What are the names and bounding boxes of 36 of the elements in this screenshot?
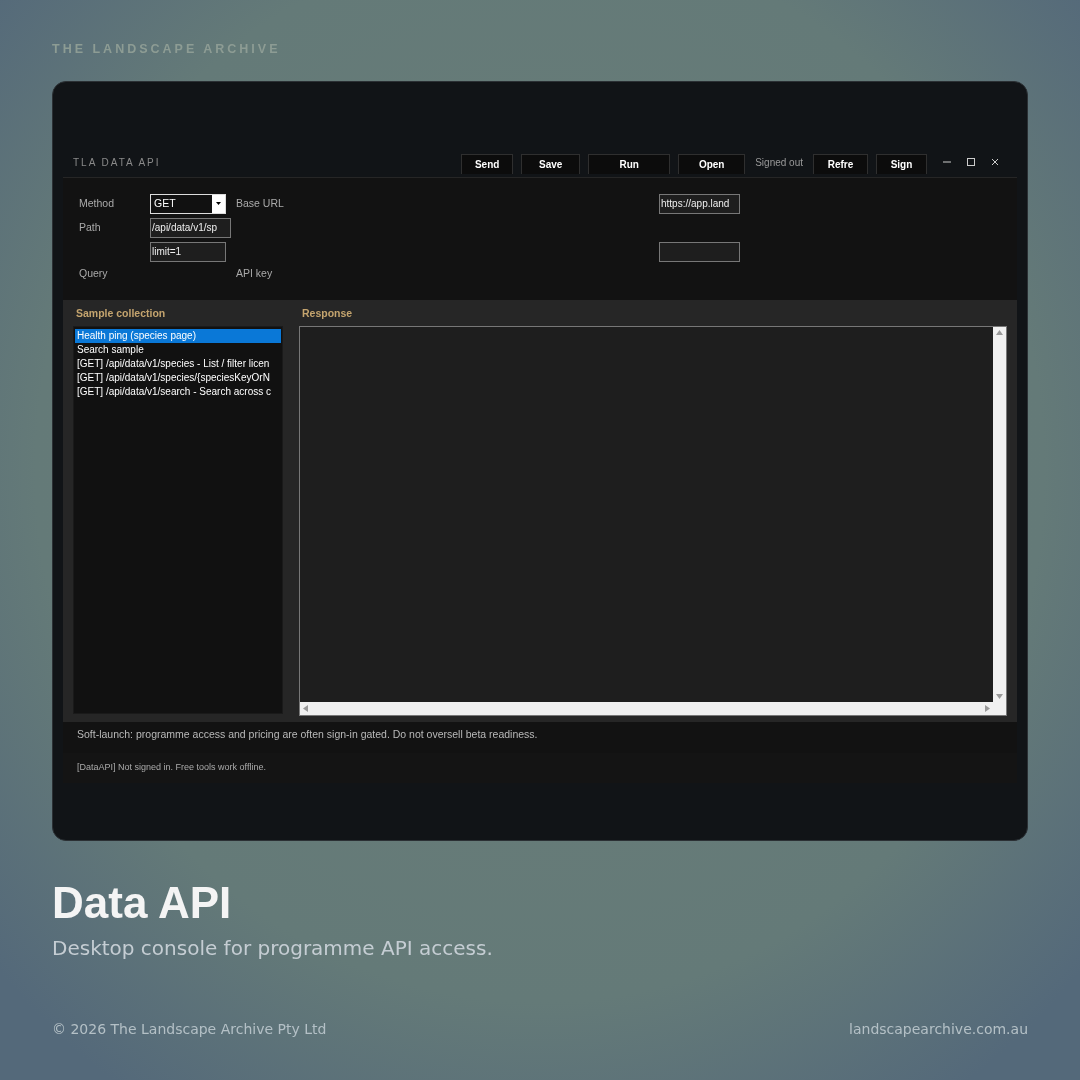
field-label: Method	[79, 195, 116, 211]
list-item[interactable]: Health ping (species page)	[75, 328, 281, 343]
panel-heading: Sample collection	[75, 305, 167, 321]
panel-heading: Response	[301, 305, 354, 321]
notice-text: Soft-launch: programme access and pricing are often sign-in gated. Do not oversell beta readiness.	[76, 726, 539, 742]
toolbar-button[interactable]: Save	[521, 154, 581, 175]
toolbar-button[interactable]: Refre	[813, 154, 868, 175]
up-arrow-icon[interactable]	[996, 329, 1003, 335]
down-arrow-icon[interactable]	[996, 693, 1003, 699]
sign-in-status: Signed out	[755, 155, 803, 170]
api-key-field[interactable]	[659, 241, 740, 262]
toolbar-button[interactable]: Open	[678, 154, 746, 175]
field-label: Base URL	[235, 195, 285, 211]
list-item[interactable]: [GET] /api/data/v1/species/{speciesKeyOrN	[75, 370, 281, 385]
method-dropdown[interactable]: GET	[150, 193, 226, 214]
right-arrow-icon[interactable]	[985, 704, 990, 712]
list-item[interactable]: Search sample	[75, 342, 281, 357]
left-arrow-icon[interactable]	[303, 704, 308, 712]
base-url-field[interactable]: https://app.land	[659, 193, 740, 214]
list-item[interactable]: [GET] /api/data/v1/search - Search across c	[75, 384, 281, 399]
list-item[interactable]: [GET] /api/data/v1/species - List / filter licen	[75, 356, 281, 371]
toolbar-button[interactable]: Sign	[876, 154, 927, 175]
window-title: TLA DATA API	[73, 155, 161, 170]
caret-icon	[216, 202, 221, 206]
path-field[interactable]: /api/data/v1/sp	[150, 217, 231, 238]
field-label: Path	[79, 219, 102, 235]
subtitle: Desktop console for programme API access.	[52, 934, 494, 962]
copyright-text: © 2026 The Landscape Archive Pty Ltd	[52, 1019, 327, 1039]
maximize-icon[interactable]	[966, 157, 976, 168]
toolbar-button[interactable]: Send	[461, 154, 514, 175]
close-icon[interactable]	[990, 157, 1000, 168]
field-label: Query	[79, 265, 109, 281]
toolbar-button[interactable]: Run	[588, 154, 671, 175]
query-field[interactable]: limit=1	[150, 241, 226, 262]
field-label: API key	[235, 265, 274, 281]
headline: Data API	[52, 880, 233, 925]
